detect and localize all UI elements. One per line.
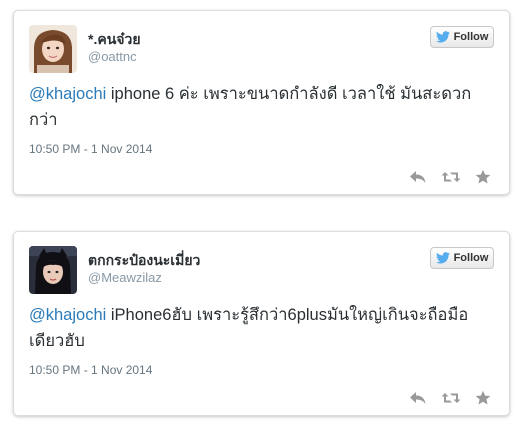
twitter-bird-icon — [435, 252, 450, 264]
mention-link[interactable]: @khajochi — [29, 306, 106, 324]
mention-link[interactable]: @khajochi — [29, 85, 106, 103]
display-name[interactable]: ตกกระป๋องนะเมี่ยว — [88, 250, 200, 272]
avatar[interactable] — [29, 25, 77, 73]
user-handle[interactable]: @Meawzilaz — [88, 270, 162, 285]
follow-label: Follow — [453, 31, 489, 43]
tweet-card: ตกกระป๋องนะเมี่ยว @Meawzilaz Follow @kha… — [13, 231, 510, 416]
tweet-actions — [409, 169, 491, 185]
tweet-text: @khajochi iphone 6 ค่ะ เพราะขนาดกำลังดี … — [29, 81, 491, 133]
favorite-icon[interactable] — [475, 390, 491, 406]
follow-button[interactable]: Follow — [430, 26, 494, 48]
favorite-icon[interactable] — [475, 169, 491, 185]
retweet-icon[interactable] — [441, 390, 461, 406]
tweet-card: *.คนจ๋วย @oattnc Follow @khajochi iphone… — [13, 10, 510, 195]
follow-label: Follow — [453, 252, 489, 264]
follow-button[interactable]: Follow — [430, 247, 494, 269]
tweet-text: @khajochi iPhone6ฮับ เพราะรู้สึกว่า6plus… — [29, 302, 491, 354]
retweet-icon[interactable] — [441, 169, 461, 185]
reply-icon[interactable] — [409, 390, 427, 406]
timestamp[interactable]: 10:50 PM - 1 Nov 2014 — [29, 363, 152, 377]
avatar[interactable] — [29, 246, 77, 294]
timestamp[interactable]: 10:50 PM - 1 Nov 2014 — [29, 142, 152, 156]
twitter-bird-icon — [435, 31, 450, 43]
tweet-actions — [409, 390, 491, 406]
display-name[interactable]: *.คนจ๋วย — [88, 29, 141, 51]
reply-icon[interactable] — [409, 169, 427, 185]
user-handle[interactable]: @oattnc — [88, 49, 137, 64]
